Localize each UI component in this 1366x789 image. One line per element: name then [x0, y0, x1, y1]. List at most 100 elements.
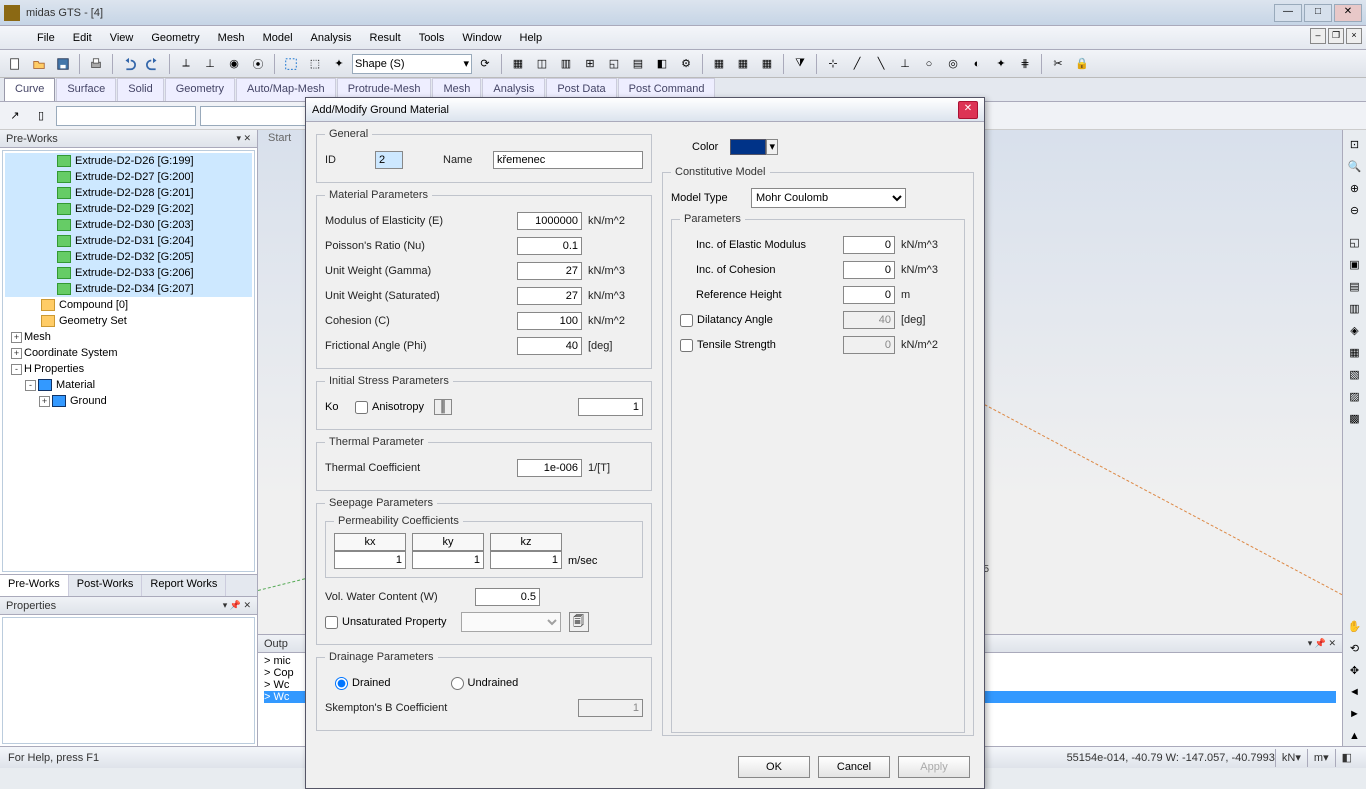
undrained-radio[interactable] — [451, 677, 464, 690]
new-icon[interactable] — [4, 53, 26, 75]
close-button[interactable]: ✕ — [1334, 4, 1362, 22]
command-input-1[interactable] — [56, 106, 196, 126]
model-type-select[interactable]: Mohr Coulomb — [751, 188, 906, 208]
mesh5-icon[interactable]: ◱ — [603, 53, 625, 75]
tree-item[interactable]: Extrude-D2-D31 [G:204] — [5, 233, 252, 249]
view-back-icon[interactable]: ▦ — [1345, 342, 1365, 362]
const-input-0[interactable] — [843, 236, 895, 254]
tree-item[interactable]: Extrude-D2-D27 [G:200] — [5, 169, 252, 185]
nav1-icon[interactable]: ◄ — [1345, 682, 1365, 702]
view-zoomout-icon[interactable]: ⊖ — [1345, 200, 1365, 220]
select-icon[interactable] — [280, 53, 302, 75]
refresh-icon[interactable]: ⟳ — [474, 53, 496, 75]
grid3-icon[interactable]: ▦ — [756, 53, 778, 75]
status-unit-force[interactable]: kN ▾ — [1275, 749, 1307, 767]
tree-item[interactable]: +Coordinate System — [5, 345, 252, 361]
maximize-button[interactable]: □ — [1304, 4, 1332, 22]
view-right-icon[interactable]: ▩ — [1345, 408, 1365, 428]
move-icon[interactable]: ✥ — [1345, 660, 1365, 680]
mesh3-icon[interactable]: ▥ — [555, 53, 577, 75]
color-swatch[interactable] — [730, 139, 766, 155]
menu-result[interactable]: Result — [361, 29, 410, 47]
tree-item[interactable]: +Ground — [5, 393, 252, 409]
dialog-titlebar[interactable]: Add/Modify Ground Material ✕ — [306, 98, 984, 122]
view-front-icon[interactable]: ▤ — [1345, 276, 1365, 296]
cmd2-icon[interactable]: ▯ — [30, 105, 52, 127]
mesh4-icon[interactable]: ⊞ — [579, 53, 601, 75]
const-input-1[interactable] — [843, 261, 895, 279]
tree-item[interactable]: -Material — [5, 377, 252, 393]
geo9-icon[interactable]: ⋕ — [1014, 53, 1036, 75]
menu-mesh[interactable]: Mesh — [209, 29, 254, 47]
menu-help[interactable]: Help — [511, 29, 552, 47]
snap4-icon[interactable]: ⦿ — [247, 53, 269, 75]
tree-item[interactable]: +Mesh — [5, 329, 252, 345]
shape-combo[interactable]: Shape (S)▾ — [352, 54, 472, 74]
tree-item[interactable]: Extrude-D2-D30 [G:203] — [5, 217, 252, 233]
unsaturated-select[interactable] — [461, 612, 561, 632]
thermal-coef-input[interactable] — [517, 459, 582, 477]
drained-radio[interactable] — [335, 677, 348, 690]
color-dropdown[interactable]: ▾ — [766, 139, 778, 155]
tab-postworks[interactable]: Post-Works — [69, 575, 143, 596]
lock-icon[interactable]: 🔒 — [1071, 53, 1093, 75]
select2-icon[interactable]: ⬚ — [304, 53, 326, 75]
view-iso-icon[interactable]: ◱ — [1345, 232, 1365, 252]
const-check-4[interactable] — [680, 339, 693, 352]
props-pin-icon[interactable]: ▾ 📌 ✕ — [223, 600, 251, 611]
menu-file[interactable]: File — [28, 29, 64, 47]
mesh1-icon[interactable]: ▦ — [507, 53, 529, 75]
menu-model[interactable]: Model — [254, 29, 302, 47]
tree-view[interactable]: Extrude-D2-D26 [G:199]Extrude-D2-D27 [G:… — [2, 150, 255, 572]
kz-input[interactable] — [490, 551, 562, 569]
minimize-button[interactable]: — — [1274, 4, 1302, 22]
cmd1-icon[interactable]: ↗ — [4, 105, 26, 127]
geo8-icon[interactable]: ✦ — [990, 53, 1012, 75]
view-bottom-icon[interactable]: ▧ — [1345, 364, 1365, 384]
menu-analysis[interactable]: Analysis — [302, 29, 361, 47]
unsaturated-edit-button[interactable]: 🗐 — [569, 612, 589, 632]
kx-input[interactable] — [334, 551, 406, 569]
matparam-input-5[interactable] — [517, 337, 582, 355]
geo2-icon[interactable]: ╱ — [846, 53, 868, 75]
menu-view[interactable]: View — [101, 29, 143, 47]
mdi-minimize[interactable]: – — [1310, 28, 1326, 44]
dialog-close-button[interactable]: ✕ — [958, 101, 978, 119]
open-icon[interactable] — [28, 53, 50, 75]
mesh6-icon[interactable]: ▤ — [627, 53, 649, 75]
tree-item[interactable]: Extrude-D2-D26 [G:199] — [5, 153, 252, 169]
menu-window[interactable]: Window — [453, 29, 510, 47]
ok-button[interactable]: OK — [738, 756, 810, 778]
geo4-icon[interactable]: ⊥ — [894, 53, 916, 75]
view-zoom-icon[interactable]: 🔍 — [1345, 156, 1365, 176]
matparam-input-0[interactable] — [517, 212, 582, 230]
view-left-icon[interactable]: ▨ — [1345, 386, 1365, 406]
cut-icon[interactable]: ✂ — [1047, 53, 1069, 75]
const-input-2[interactable] — [843, 286, 895, 304]
panel-pin-icon[interactable]: ▾ ✕ — [236, 133, 251, 144]
gear-icon[interactable]: ⚙ — [675, 53, 697, 75]
name-input[interactable] — [493, 151, 643, 169]
menu-geometry[interactable]: Geometry — [142, 29, 208, 47]
matparam-input-2[interactable] — [517, 262, 582, 280]
output-pin-icon[interactable]: ▾ 📌 ✕ — [1308, 638, 1336, 649]
grid2-icon[interactable]: ▦ — [732, 53, 754, 75]
tab-preworks[interactable]: Pre-Works — [0, 575, 69, 596]
status-toggle[interactable]: ◧ — [1335, 749, 1358, 767]
nav3-icon[interactable]: ▲ — [1345, 726, 1365, 746]
matparam-input-3[interactable] — [517, 287, 582, 305]
grid1-icon[interactable]: ▦ — [708, 53, 730, 75]
menu-tools[interactable]: Tools — [410, 29, 454, 47]
unsaturated-check[interactable] — [325, 616, 338, 629]
rotate-icon[interactable]: ⟲ — [1345, 638, 1365, 658]
nav2-icon[interactable]: ► — [1345, 704, 1365, 724]
geo5-icon[interactable]: ○ — [918, 53, 940, 75]
geo1-icon[interactable]: ⊹ — [822, 53, 844, 75]
tree-item[interactable]: Extrude-D2-D34 [G:207] — [5, 281, 252, 297]
matparam-input-4[interactable] — [517, 312, 582, 330]
tree-item[interactable]: Extrude-D2-D28 [G:201] — [5, 185, 252, 201]
tree-item[interactable]: Extrude-D2-D33 [G:206] — [5, 265, 252, 281]
tree-item[interactable]: Geometry Set — [5, 313, 252, 329]
view-persp-icon[interactable]: ◈ — [1345, 320, 1365, 340]
view-fit-icon[interactable]: ⊡ — [1345, 134, 1365, 154]
